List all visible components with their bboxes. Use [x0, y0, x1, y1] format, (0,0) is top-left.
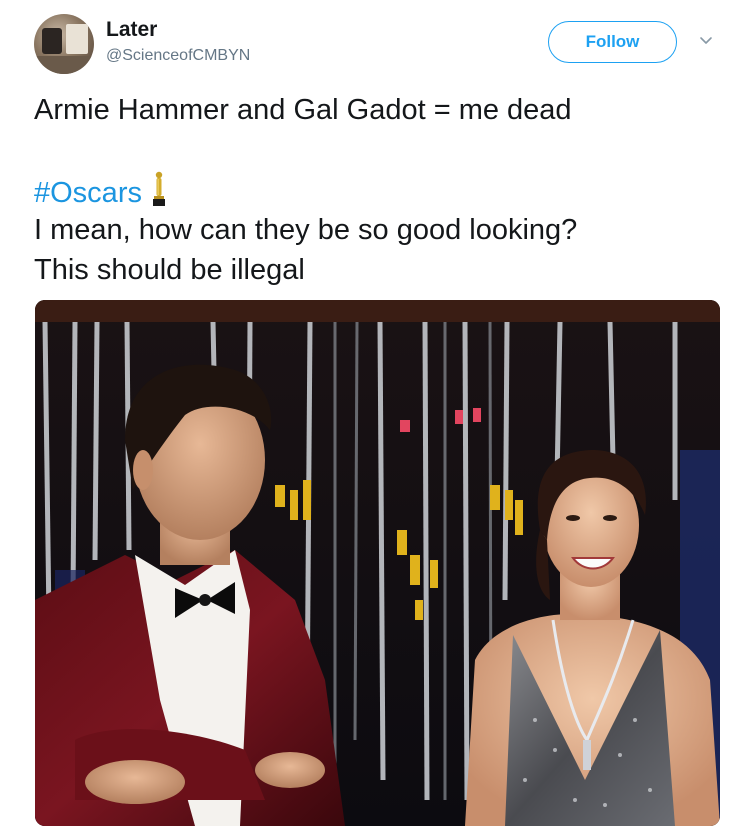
- tweet-photo[interactable]: [35, 300, 720, 826]
- tweet-line: I mean, how can they be so good looking?: [34, 214, 578, 246]
- display-name[interactable]: Later: [106, 18, 157, 42]
- tv-screen-photo: [35, 300, 720, 826]
- avatar-photo-part: [34, 56, 94, 74]
- user-handle[interactable]: @ScienceofCMBYN: [106, 47, 250, 65]
- tweet-line: This should be illegal: [34, 254, 305, 286]
- oscar-statuette-icon: [150, 170, 168, 208]
- follow-button[interactable]: Follow: [548, 21, 677, 63]
- avatar[interactable]: [34, 14, 94, 74]
- hashtag-link[interactable]: #Oscars: [34, 177, 142, 209]
- tweet-line: #Oscars: [34, 170, 724, 210]
- chevron-down-icon[interactable]: [698, 33, 714, 49]
- avatar-photo-part: [42, 28, 62, 54]
- tweet-card: Later @ScienceofCMBYN Follow Armie Hamme…: [0, 0, 750, 836]
- avatar-photo-part: [66, 24, 88, 54]
- line-break: [34, 130, 724, 170]
- tweet-line: Armie Hammer and Gal Gadot = me dead: [34, 94, 572, 126]
- tweet-text: Armie Hammer and Gal Gadot = me dead #Os…: [34, 90, 724, 290]
